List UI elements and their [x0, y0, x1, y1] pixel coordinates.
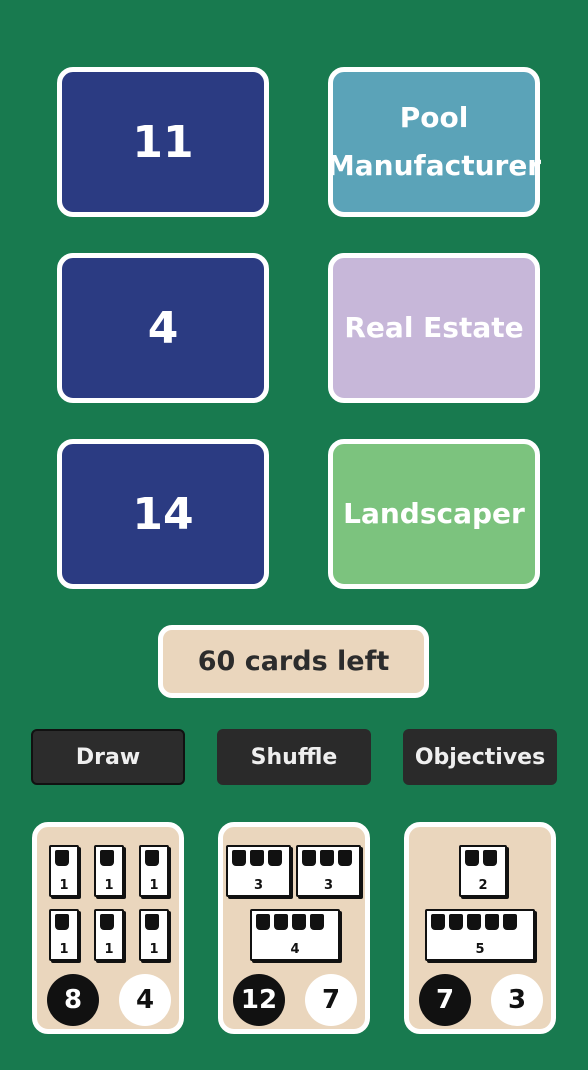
estate-size: 1	[149, 942, 159, 957]
estate-size: 1	[59, 942, 69, 957]
house-icon	[302, 850, 316, 866]
house-icon	[232, 850, 246, 866]
second-completion-score: 7	[305, 974, 357, 1026]
house-icon	[145, 850, 159, 866]
shuffle-label: Shuffle	[250, 744, 338, 770]
estate-lot: 1	[139, 909, 169, 961]
estate-lot: 1	[139, 845, 169, 897]
house-icon	[449, 914, 463, 930]
estate-size: 1	[149, 878, 159, 893]
effect-card-pool-manufacturer: Pool Manufacturer	[326, 67, 542, 217]
house-icon	[55, 850, 69, 866]
house-icon	[256, 914, 270, 930]
estate-size: 1	[59, 878, 69, 893]
objective-card-1[interactable]: 1 1 1 1 1 1 8 4	[32, 822, 184, 1034]
estate-lot: 3	[226, 845, 291, 897]
estate-size: 2	[478, 878, 488, 893]
house-icon	[483, 850, 497, 866]
house-icon	[467, 914, 481, 930]
house-icon	[250, 850, 264, 866]
house-icon	[100, 914, 114, 930]
estate-lot: 2	[459, 845, 507, 897]
estate-lot: 4	[250, 909, 340, 961]
house-icon	[100, 850, 114, 866]
house-icon	[320, 850, 334, 866]
card-number: 11	[132, 116, 194, 168]
estate-lot: 3	[296, 845, 361, 897]
house-icon	[431, 914, 445, 930]
house-icon	[55, 914, 69, 930]
card-effect: Pool Manufacturer	[326, 101, 542, 182]
card-number: 14	[132, 488, 194, 540]
effect-card-real-estate: Real Estate	[328, 253, 540, 403]
house-icon	[274, 914, 288, 930]
first-completion-score: 12	[233, 974, 285, 1026]
number-card-2: 4	[57, 253, 269, 403]
objectives-button[interactable]: Objectives	[403, 729, 557, 785]
estate-lot: 1	[49, 845, 79, 897]
house-icon	[145, 914, 159, 930]
draw-label: Draw	[75, 744, 141, 770]
estate-lot: 5	[425, 909, 535, 961]
house-icon	[310, 914, 324, 930]
cards-left-label: 60 cards left	[197, 646, 390, 677]
estate-lot: 1	[94, 845, 124, 897]
estate-size: 1	[104, 878, 114, 893]
house-icon	[338, 850, 352, 866]
first-completion-score: 8	[47, 974, 99, 1026]
house-icon	[465, 850, 479, 866]
estate-size: 3	[323, 878, 334, 893]
shuffle-button[interactable]: Shuffle	[217, 729, 371, 785]
first-completion-score: 7	[419, 974, 471, 1026]
estate-lot: 1	[94, 909, 124, 961]
estate-size: 1	[104, 942, 114, 957]
objective-card-2[interactable]: 3 3 4 12 7	[218, 822, 370, 1034]
estate-size: 4	[290, 942, 300, 957]
house-icon	[292, 914, 306, 930]
house-icon	[485, 914, 499, 930]
number-card-1: 11	[57, 67, 269, 217]
house-icon	[268, 850, 282, 866]
effect-card-landscaper: Landscaper	[328, 439, 540, 589]
estate-size: 3	[253, 878, 264, 893]
draw-button[interactable]: Draw	[31, 729, 185, 785]
number-card-3: 14	[57, 439, 269, 589]
second-completion-score: 4	[119, 974, 171, 1026]
estate-size: 5	[475, 942, 485, 957]
objective-card-3[interactable]: 2 5 7 3	[404, 822, 556, 1034]
card-effect: Real Estate	[344, 311, 524, 344]
objectives-label: Objectives	[414, 744, 546, 770]
card-effect: Landscaper	[343, 497, 525, 530]
house-icon	[503, 914, 517, 930]
estate-lot: 1	[49, 909, 79, 961]
second-completion-score: 3	[491, 974, 543, 1026]
card-number: 4	[147, 302, 179, 354]
cards-left-counter: 60 cards left	[158, 625, 429, 698]
